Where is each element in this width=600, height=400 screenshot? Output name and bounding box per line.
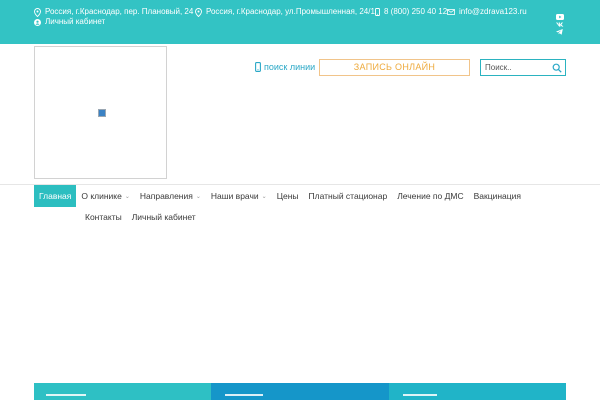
nav-label: Платный стационар <box>308 191 388 201</box>
chevron-down-icon: ⌄ <box>124 193 130 200</box>
location-icon <box>34 7 41 17</box>
vk-icon <box>556 22 564 27</box>
nav-label: Направления <box>139 191 193 201</box>
main-nav: Главная О клинике ⌄ Направления ⌄ Наши вра… <box>34 185 526 207</box>
top-info-bar: Россия, г.Краснодар, пер. Плановый, 24 Л… <box>0 0 600 44</box>
phone-icon <box>255 62 261 72</box>
nav-item-directions[interactable]: Направления ⌄ <box>135 185 206 207</box>
nav-label: Цены <box>276 191 299 201</box>
chevron-down-icon: ⌄ <box>261 193 267 200</box>
logo-placeholder-image <box>98 109 106 117</box>
search-box <box>480 59 566 76</box>
nav-item-about[interactable]: О клинике ⌄ <box>76 185 135 207</box>
address-1[interactable]: Россия, г.Краснодар, пер. Плановый, 24 <box>34 7 193 17</box>
service-tile-3[interactable] <box>389 383 566 400</box>
logo-area[interactable] <box>34 46 167 179</box>
tile-title-placeholder <box>46 394 86 396</box>
nav-item-vaccination[interactable]: Вакцинация <box>469 185 526 207</box>
nav-label: Наши врачи <box>210 191 259 201</box>
nav-item-dms[interactable]: Лечение по ДМС <box>392 185 468 207</box>
youtube-link[interactable] <box>556 14 566 20</box>
nav-label: О клинике <box>81 191 122 201</box>
nav-item-cabinet[interactable]: Личный кабинет <box>127 206 201 228</box>
nav-label: Контакты <box>85 212 122 222</box>
telegram-icon <box>556 29 563 35</box>
address-2[interactable]: Россия, г.Краснодар, ул.Промышленная, 24… <box>195 7 375 17</box>
nav-item-contacts[interactable]: Контакты <box>80 206 127 228</box>
cabinet-text: Личный кабинет <box>45 17 106 26</box>
nav-label: Лечение по ДМС <box>397 191 464 201</box>
main-nav-row-2: Контакты Личный кабинет <box>80 206 201 228</box>
nav-item-paid-hospital[interactable]: Платный стационар <box>304 185 393 207</box>
phone-text: 8 (800) 250 40 12 <box>384 7 448 16</box>
mail-icon <box>447 9 455 15</box>
vk-link[interactable] <box>556 22 566 27</box>
address-1-text: Россия, г.Краснодар, пер. Плановый, 24 <box>45 7 194 16</box>
email-text: info@zdrava123.ru <box>459 7 527 16</box>
cabinet-link[interactable]: Личный кабинет <box>34 17 105 27</box>
service-tile-1[interactable] <box>34 383 211 400</box>
hotline-link[interactable]: поиск линии <box>255 61 315 73</box>
chevron-down-icon: ⌄ <box>195 193 201 200</box>
location-icon <box>195 7 202 17</box>
nav-label: Главная <box>39 191 72 201</box>
nav-label: Личный кабинет <box>131 212 196 222</box>
youtube-icon <box>556 14 564 20</box>
search-icon[interactable] <box>552 63 562 73</box>
nav-item-prices[interactable]: Цены <box>272 185 304 207</box>
search-input[interactable] <box>481 60 549 75</box>
nav-label: Вакцинация <box>473 191 521 201</box>
user-icon <box>34 18 41 26</box>
online-booking-button[interactable]: ЗАПИСЬ ОНЛАЙН <box>319 59 470 76</box>
phone-icon <box>375 8 380 16</box>
email-link[interactable]: info@zdrava123.ru <box>447 7 527 17</box>
tile-title-placeholder <box>403 394 437 396</box>
hotline-label: поиск линии <box>264 62 316 72</box>
nav-item-home[interactable]: Главная <box>34 185 77 207</box>
tile-title-placeholder <box>225 394 263 396</box>
phone-link[interactable]: 8 (800) 250 40 12 <box>375 7 447 17</box>
service-tile-2[interactable] <box>211 383 389 400</box>
telegram-link[interactable] <box>556 29 566 35</box>
nav-item-doctors[interactable]: Наши врачи ⌄ <box>206 185 272 207</box>
address-2-text: Россия, г.Краснодар, ул.Промышленная, 24… <box>206 7 375 16</box>
